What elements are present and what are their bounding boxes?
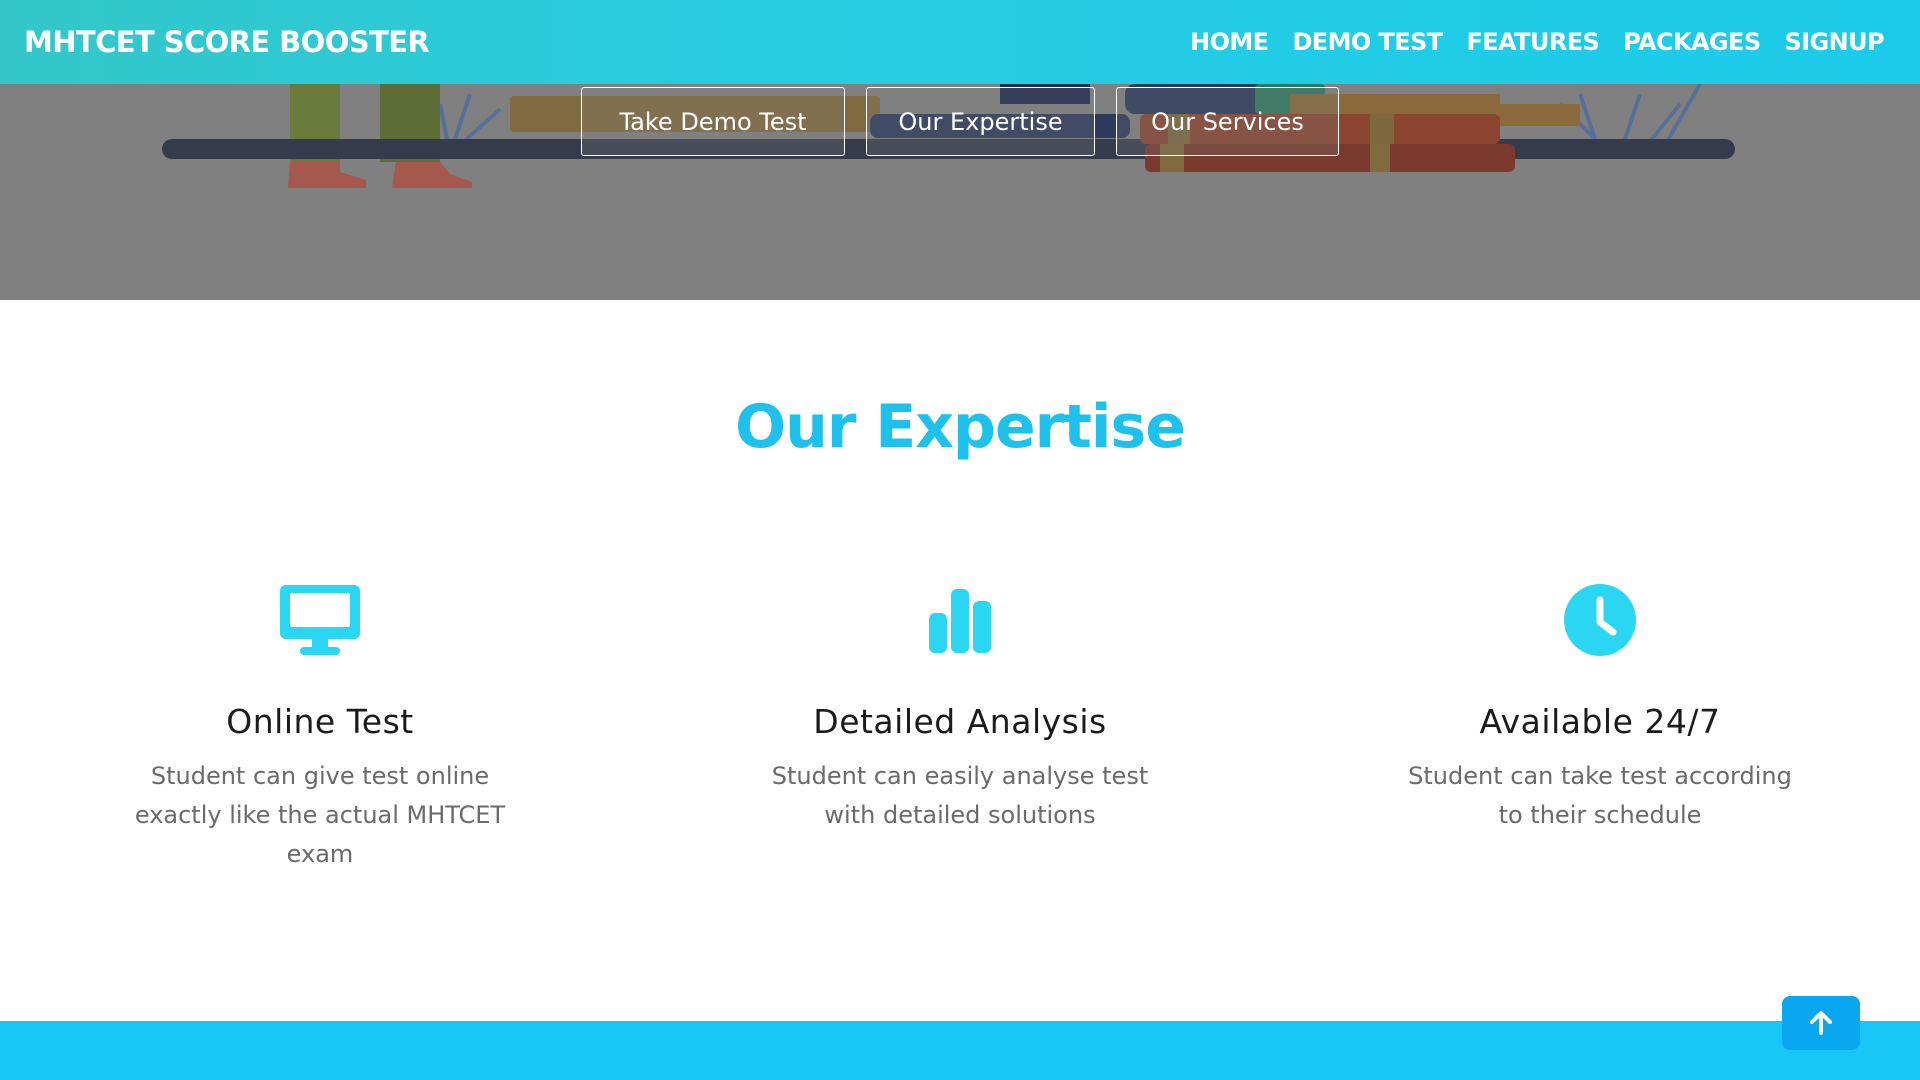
feature-card-online-test: Online Test Student can give test online… (0, 580, 640, 874)
expertise-section-title: Our Expertise (735, 392, 1186, 462)
feature-description: Student can easily analyse test with det… (771, 762, 1149, 829)
feature-title: Detailed Analysis (813, 702, 1107, 741)
nav-home[interactable]: HOME (1190, 28, 1269, 56)
nav-packages[interactable]: PACKAGES (1623, 28, 1761, 56)
feature-title: Available 24/7 (1479, 702, 1721, 741)
nav-demo-test[interactable]: DEMO TEST (1292, 28, 1443, 56)
hero-banner: Take Demo Test Our Expertise Our Service… (0, 84, 1920, 300)
take-demo-test-button[interactable]: Take Demo Test (581, 87, 845, 156)
feature-description: Student can take test according to their… (1408, 762, 1792, 829)
feature-card-detailed-analysis: Detailed Analysis Student can easily ana… (640, 580, 1280, 835)
our-services-button[interactable]: Our Services (1116, 87, 1339, 156)
footer-bar (0, 1021, 1920, 1080)
our-expertise-button[interactable]: Our Expertise (866, 87, 1095, 156)
desktop-icon (0, 580, 640, 660)
feature-title: Online Test (226, 702, 414, 741)
clock-icon (1280, 580, 1920, 660)
top-navbar: MHTCET SCORE BOOSTER HOME DEMO TEST FEAT… (0, 0, 1920, 84)
arrow-up-icon (1810, 1011, 1832, 1035)
site-brand[interactable]: MHTCET SCORE BOOSTER (24, 25, 430, 59)
feature-description: Student can give test online exactly lik… (134, 762, 506, 868)
nav-links: HOME DEMO TEST FEATURES PACKAGES SIGNUP (1190, 28, 1896, 56)
scroll-to-top-button[interactable] (1782, 996, 1860, 1050)
nav-signup[interactable]: SIGNUP (1785, 28, 1885, 56)
feature-card-available-247: Available 24/7 Student can take test acc… (1280, 580, 1920, 835)
bar-chart-icon (640, 580, 1280, 660)
nav-features[interactable]: FEATURES (1466, 28, 1599, 56)
